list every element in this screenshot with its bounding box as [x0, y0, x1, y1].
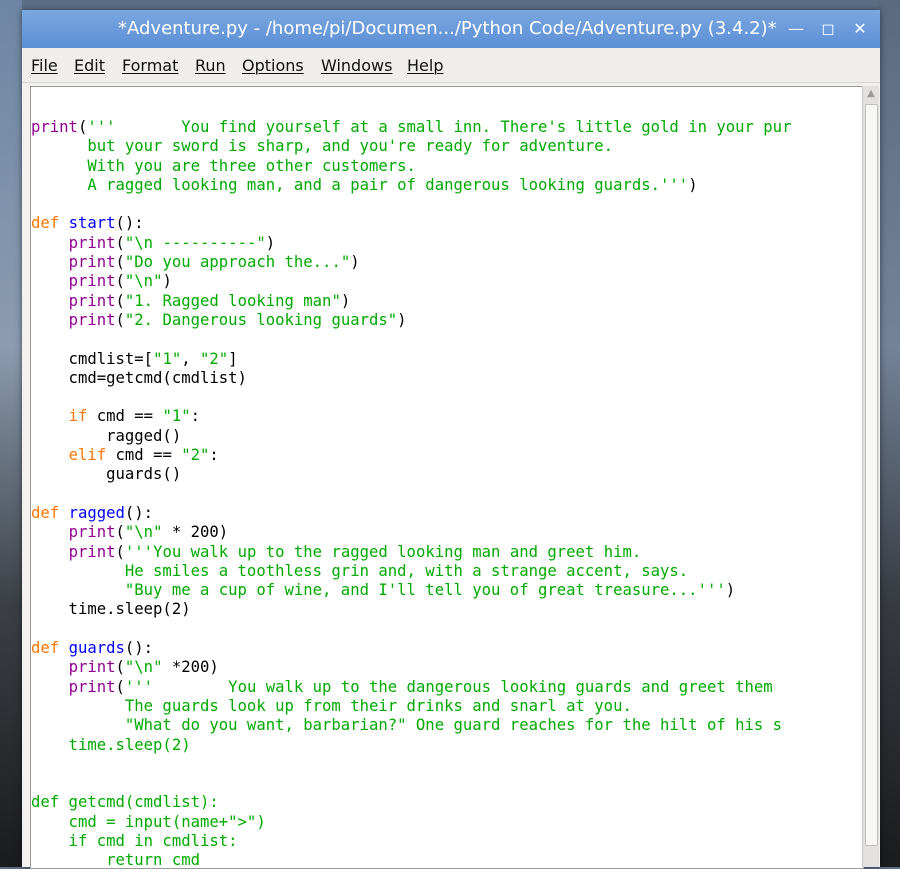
- scrollbar-thumb[interactable]: [865, 104, 878, 846]
- minimize-button[interactable]: —: [786, 19, 806, 39]
- code-line[interactable]: print(''' You find yourself at a small i…: [31, 118, 791, 137]
- menu-help[interactable]: Help: [407, 56, 443, 75]
- code-line[interactable]: return cmd: [31, 851, 791, 868]
- code-line[interactable]: print(''' You walk up to the dangerous l…: [31, 678, 791, 697]
- code-text-area[interactable]: print(''' You find yourself at a small i…: [31, 118, 791, 868]
- code-line[interactable]: print("\n" *200): [31, 658, 791, 677]
- code-line[interactable]: but your sword is sharp, and you're read…: [31, 137, 791, 156]
- code-line[interactable]: print("2. Dangerous looking guards"): [31, 311, 791, 330]
- code-line[interactable]: [31, 620, 791, 639]
- code-line[interactable]: time.sleep(2): [31, 736, 791, 755]
- menu-options[interactable]: Options: [242, 56, 304, 75]
- code-line[interactable]: [31, 485, 791, 504]
- code-line[interactable]: cmd=getcmd(cmdlist): [31, 369, 791, 388]
- code-line[interactable]: print("\n" * 200): [31, 523, 791, 542]
- code-line[interactable]: With you are three other customers.: [31, 157, 791, 176]
- title-bar[interactable]: *Adventure.py - /home/pi/Documen.../Pyth…: [22, 10, 880, 48]
- menu-bar: File Edit Format Run Options Windows Hel…: [22, 48, 880, 83]
- code-line[interactable]: time.sleep(2): [31, 600, 791, 619]
- close-button[interactable]: ✕: [850, 19, 870, 39]
- vertical-scrollbar[interactable]: ▲: [862, 86, 879, 867]
- code-line[interactable]: A ragged looking man, and a pair of dang…: [31, 176, 791, 195]
- window-title: *Adventure.py - /home/pi/Documen.../Pyth…: [118, 18, 777, 39]
- menu-windows[interactable]: Windows: [321, 56, 392, 75]
- menu-edit[interactable]: Edit: [74, 56, 105, 75]
- code-line[interactable]: He smiles a toothless grin and, with a s…: [31, 562, 791, 581]
- code-line[interactable]: def getcmd(cmdlist):: [31, 793, 791, 812]
- code-line[interactable]: [31, 774, 791, 793]
- code-line[interactable]: elif cmd == "2":: [31, 446, 791, 465]
- code-line[interactable]: [31, 388, 791, 407]
- code-line[interactable]: The guards look up from their drinks and…: [31, 697, 791, 716]
- idle-editor-window: *Adventure.py - /home/pi/Documen.../Pyth…: [22, 10, 880, 869]
- code-line[interactable]: [31, 330, 791, 349]
- desktop-background-right: [878, 0, 900, 867]
- code-line[interactable]: guards(): [31, 465, 791, 484]
- code-line[interactable]: print('''You walk up to the ragged looki…: [31, 543, 791, 562]
- code-line[interactable]: "What do you want, barbarian?" One guard…: [31, 716, 791, 735]
- code-line[interactable]: if cmd == "1":: [31, 407, 791, 426]
- code-line[interactable]: [31, 755, 791, 774]
- menu-format[interactable]: Format: [122, 56, 178, 75]
- code-line[interactable]: print("1. Ragged looking man"): [31, 292, 791, 311]
- code-line[interactable]: cmdlist=["1", "2"]: [31, 350, 791, 369]
- code-line[interactable]: "Buy me a cup of wine, and I'll tell you…: [31, 581, 791, 600]
- desktop-background-left: [0, 0, 22, 867]
- code-line[interactable]: if cmd in cmdlist:: [31, 832, 791, 851]
- code-line[interactable]: ragged(): [31, 427, 791, 446]
- maximize-button[interactable]: ◻: [818, 19, 838, 39]
- code-line[interactable]: print("Do you approach the..."): [31, 253, 791, 272]
- code-line[interactable]: def guards():: [31, 639, 791, 658]
- code-editor[interactable]: print(''' You find yourself at a small i…: [30, 86, 864, 869]
- code-line[interactable]: print("\n ----------"): [31, 234, 791, 253]
- code-line[interactable]: [31, 195, 791, 214]
- menu-run[interactable]: Run: [195, 56, 226, 75]
- code-line[interactable]: cmd = input(name+">"): [31, 813, 791, 832]
- scroll-up-arrow-icon[interactable]: ▲: [863, 86, 879, 102]
- code-line[interactable]: print("\n"): [31, 272, 791, 291]
- code-line[interactable]: def start():: [31, 214, 791, 233]
- menu-file[interactable]: File: [31, 56, 58, 75]
- code-line[interactable]: def ragged():: [31, 504, 791, 523]
